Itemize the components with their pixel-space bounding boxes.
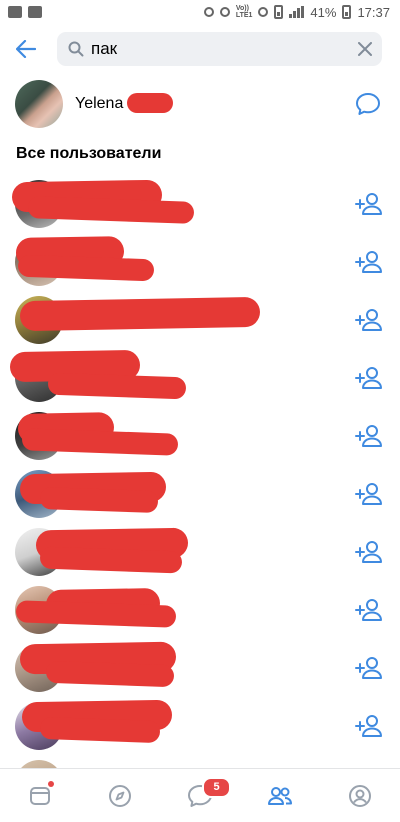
user-list — [0, 175, 400, 813]
avatar[interactable] — [15, 80, 63, 128]
redaction-mark — [127, 93, 173, 113]
add-friend-button[interactable] — [354, 712, 384, 740]
search-header: пак — [0, 24, 400, 74]
add-user-icon — [355, 193, 382, 215]
list-item[interactable] — [0, 175, 400, 233]
search-query[interactable]: пак — [91, 39, 348, 59]
arrow-left-icon — [16, 40, 36, 58]
volte-indicator: Vo)) LTE1 — [235, 5, 253, 19]
tab-discover[interactable] — [90, 769, 150, 822]
add-friend-button[interactable] — [354, 422, 384, 450]
clear-search-button[interactable] — [348, 32, 382, 66]
redaction-mark — [39, 716, 161, 744]
add-user-icon — [355, 657, 382, 679]
tab-profile[interactable] — [330, 769, 390, 822]
bottom-navigation: 5 — [0, 768, 400, 822]
list-item[interactable] — [0, 581, 400, 639]
add-friend-button[interactable] — [354, 596, 384, 624]
list-item[interactable] — [0, 523, 400, 581]
add-friend-button[interactable] — [354, 190, 384, 218]
redaction-mark — [19, 296, 261, 332]
add-user-icon — [355, 599, 382, 621]
write-message-button[interactable] — [354, 90, 382, 118]
battery-icon — [342, 5, 352, 19]
redaction-mark — [39, 486, 159, 514]
add-friend-button[interactable] — [354, 654, 384, 682]
add-user-icon — [355, 425, 382, 447]
alarm-icon — [219, 7, 230, 17]
search-input[interactable]: пак — [57, 32, 382, 66]
search-icon — [61, 41, 91, 57]
list-item[interactable] — [0, 639, 400, 697]
signal-icon — [289, 6, 305, 18]
add-user-icon — [355, 715, 382, 737]
clock: 17:37 — [357, 4, 390, 20]
redaction-mark — [17, 254, 155, 282]
add-user-icon — [355, 251, 382, 273]
list-item[interactable] — [0, 349, 400, 407]
redaction-mark — [47, 372, 187, 400]
status-bar: Vo)) LTE1 41% 17:37 — [0, 0, 400, 24]
sim-icon — [274, 5, 284, 19]
status-bar-right: Vo)) LTE1 41% 17:37 — [203, 4, 390, 20]
list-item[interactable] — [0, 697, 400, 755]
add-friend-button[interactable] — [354, 538, 384, 566]
add-user-icon — [355, 483, 382, 505]
discover-icon — [109, 784, 131, 807]
tab-messages[interactable]: 5 — [170, 769, 231, 822]
list-item[interactable] — [0, 233, 400, 291]
mute-icon — [203, 7, 214, 17]
redaction-mark — [39, 546, 183, 574]
list-item[interactable] — [0, 465, 400, 523]
profile-icon — [349, 784, 371, 807]
close-icon — [358, 42, 372, 56]
add-user-icon — [355, 541, 382, 563]
add-friend-button[interactable] — [354, 248, 384, 276]
notification-dot — [48, 780, 54, 787]
friend-name: Yelena — [75, 93, 173, 113]
tab-newsfeed[interactable] — [10, 769, 70, 822]
youtube-notification-icon — [28, 6, 42, 18]
friends-icon — [268, 786, 292, 805]
gallery-notification-icon — [8, 6, 22, 18]
add-user-icon — [355, 309, 382, 331]
add-friend-button[interactable] — [354, 306, 384, 334]
status-bar-left — [8, 6, 42, 18]
list-item[interactable] — [0, 291, 400, 349]
redaction-mark — [45, 660, 175, 688]
tab-friends[interactable] — [250, 769, 310, 822]
newsfeed-icon — [30, 786, 50, 805]
unread-messages-badge: 5 — [202, 776, 231, 798]
back-button[interactable] — [0, 24, 52, 74]
add-user-icon — [355, 367, 382, 389]
message-bubble-icon — [356, 93, 380, 115]
friend-result-row[interactable]: Yelena — [0, 78, 400, 130]
wifi-icon — [258, 7, 269, 17]
add-friend-button[interactable] — [354, 480, 384, 508]
battery-percent: 41% — [310, 4, 337, 20]
list-item[interactable] — [0, 407, 400, 465]
section-title: Все пользователи — [16, 145, 162, 162]
add-friend-button[interactable] — [354, 364, 384, 392]
